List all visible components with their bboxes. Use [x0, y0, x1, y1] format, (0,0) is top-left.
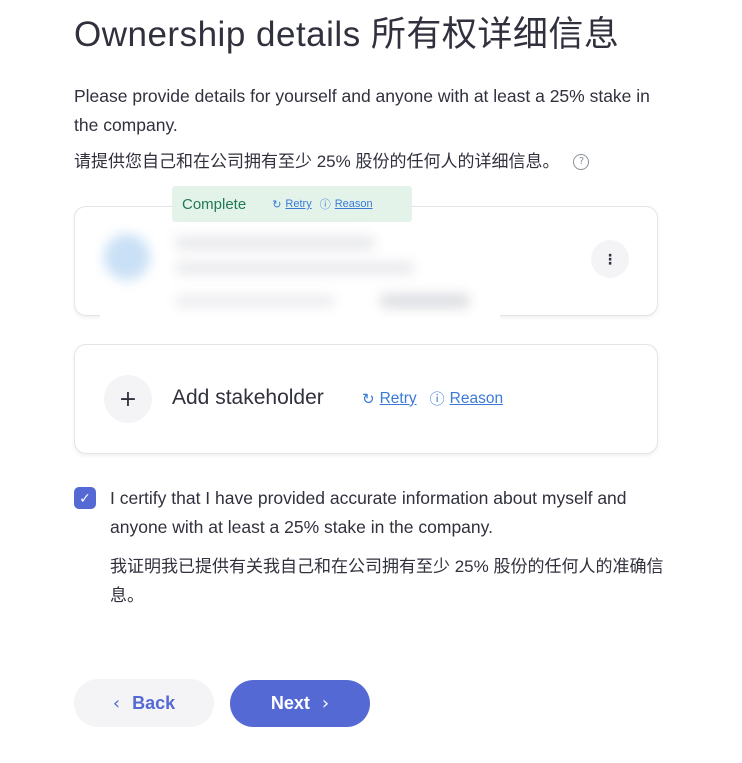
page-description-cn: 请提供您自己和在公司拥有至少 25% 股份的任何人的详细信息。 ?	[74, 149, 590, 175]
plus-icon: +	[118, 386, 138, 412]
page-description-cn-text: 请提供您自己和在公司拥有至少 25% 股份的任何人的详细信息。	[74, 152, 560, 171]
status-badge: Complete ↻ Retry ⓘ Reason	[172, 186, 412, 222]
status-complete-label: Complete	[182, 195, 247, 213]
redacted-meta-2	[380, 294, 470, 308]
add-stakeholder-button[interactable]: +	[104, 375, 152, 423]
redacted-name	[175, 236, 375, 250]
badge-actions: ↻ Retry ⓘ Reason	[272, 196, 372, 212]
checkmark-icon: ✓	[79, 489, 91, 506]
redacted-meta	[175, 296, 335, 306]
back-button-label: Back	[132, 692, 176, 713]
page-title: Ownership details 所有权详细信息	[74, 15, 620, 54]
kebab-menu-icon: ⋮	[603, 250, 617, 267]
chevron-right-icon: ›	[321, 693, 330, 714]
more-options-button[interactable]: ⋮	[591, 240, 629, 278]
retry-link[interactable]: Retry	[380, 390, 417, 408]
page-description: Please provide details for yourself and …	[74, 86, 650, 135]
reason-link[interactable]: Reason	[450, 390, 503, 408]
add-stakeholder-actions: ↻ Retry ⓘ Reason	[362, 388, 503, 409]
retry-icon: ↻	[272, 198, 282, 211]
certify-checkbox[interactable]: ✓	[74, 487, 96, 509]
certify-text: I certify that I have provided accurate …	[110, 488, 627, 537]
retry-link[interactable]: Retry	[285, 198, 311, 210]
info-icon: ⓘ	[319, 199, 331, 211]
chevron-left-icon: ‹	[112, 692, 121, 714]
next-button-label: Next	[270, 693, 310, 713]
add-stakeholder-label[interactable]: Add stakeholder	[172, 386, 324, 410]
certify-text-cn: 我证明我已提供有关我自己和在公司拥有至少 25% 股份的任何人的准确信息。	[110, 557, 664, 605]
redacted-detail	[175, 262, 415, 274]
help-icon[interactable]: ?	[573, 154, 590, 170]
info-icon: ⓘ	[429, 391, 445, 408]
back-button[interactable]: ‹ Back	[74, 679, 214, 727]
avatar	[104, 234, 150, 280]
retry-icon: ↻	[362, 390, 375, 408]
next-button[interactable]: Next ›	[230, 680, 370, 727]
reason-link[interactable]: Reason	[335, 198, 373, 210]
